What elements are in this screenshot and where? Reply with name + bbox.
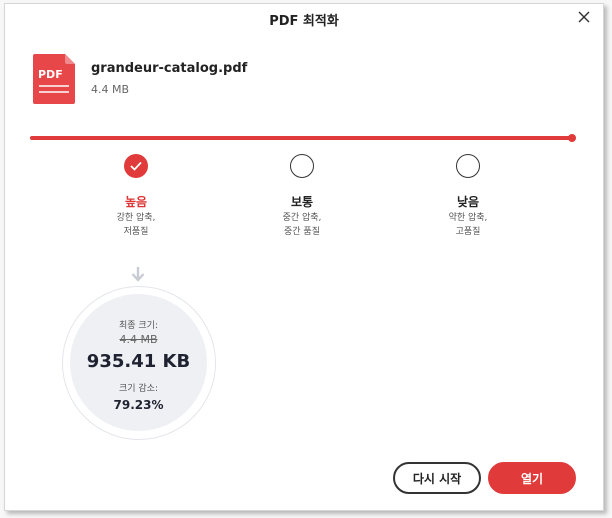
option-low-title: 낮음 — [456, 195, 480, 209]
compression-option-high[interactable]: 높음 강한 압축, 저품질 — [76, 154, 196, 238]
option-medium-desc-2: 중간 품질 — [284, 227, 320, 237]
dialog-title: PDF 최적화 — [269, 14, 339, 29]
close-icon[interactable] — [575, 8, 593, 26]
screen-frame: PDF 최적화 PDF grandeur-catalog.pdf 4.4 MB — [0, 0, 612, 518]
reduction-percent: 79.23% — [113, 398, 164, 412]
new-size: 935.41 KB — [86, 351, 191, 372]
compression-option-medium[interactable]: 보통 중간 압축, 중간 품질 — [242, 154, 362, 238]
result-summary-inner: 최종 크기: 4.4 MB 935.41 KB 크기 감소: 79.23% — [70, 294, 207, 431]
option-medium-desc-1: 중간 압축, — [282, 213, 322, 223]
result-summary-circle: 최종 크기: 4.4 MB 935.41 KB 크기 감소: 79.23% — [62, 286, 216, 440]
option-high-desc-2: 저품질 — [123, 227, 149, 237]
radio-low[interactable] — [456, 154, 480, 178]
check-icon — [130, 161, 142, 171]
pdf-optimize-dialog: PDF 최적화 PDF grandeur-catalog.pdf 4.4 MB — [4, 3, 604, 511]
pdf-icon-label: PDF — [38, 68, 63, 81]
reduction-label: 크기 감소: — [118, 384, 158, 394]
open-button[interactable]: 열기 — [488, 462, 576, 494]
final-size-label: 최종 크기: — [118, 321, 158, 331]
option-low-desc-1: 약한 압축, — [448, 213, 488, 223]
compression-slider-track[interactable] — [30, 136, 572, 140]
file-name: grandeur-catalog.pdf — [91, 61, 248, 76]
file-size: 4.4 MB — [91, 83, 130, 96]
original-size: 4.4 MB — [119, 333, 158, 346]
pdf-file-icon: PDF — [33, 54, 75, 104]
compression-slider-handle[interactable] — [568, 134, 576, 142]
arrow-down-icon — [131, 266, 145, 286]
option-high-desc-1: 강한 압축, — [116, 213, 156, 223]
compression-option-low[interactable]: 낮음 약한 압축, 고품질 — [408, 154, 528, 238]
radio-high-checked[interactable] — [124, 154, 148, 178]
option-high-title: 높음 — [124, 195, 148, 209]
restart-button[interactable]: 다시 시작 — [393, 462, 481, 494]
option-low-desc-2: 고품질 — [455, 227, 481, 237]
radio-medium[interactable] — [290, 154, 314, 178]
option-medium-title: 보통 — [290, 195, 314, 209]
